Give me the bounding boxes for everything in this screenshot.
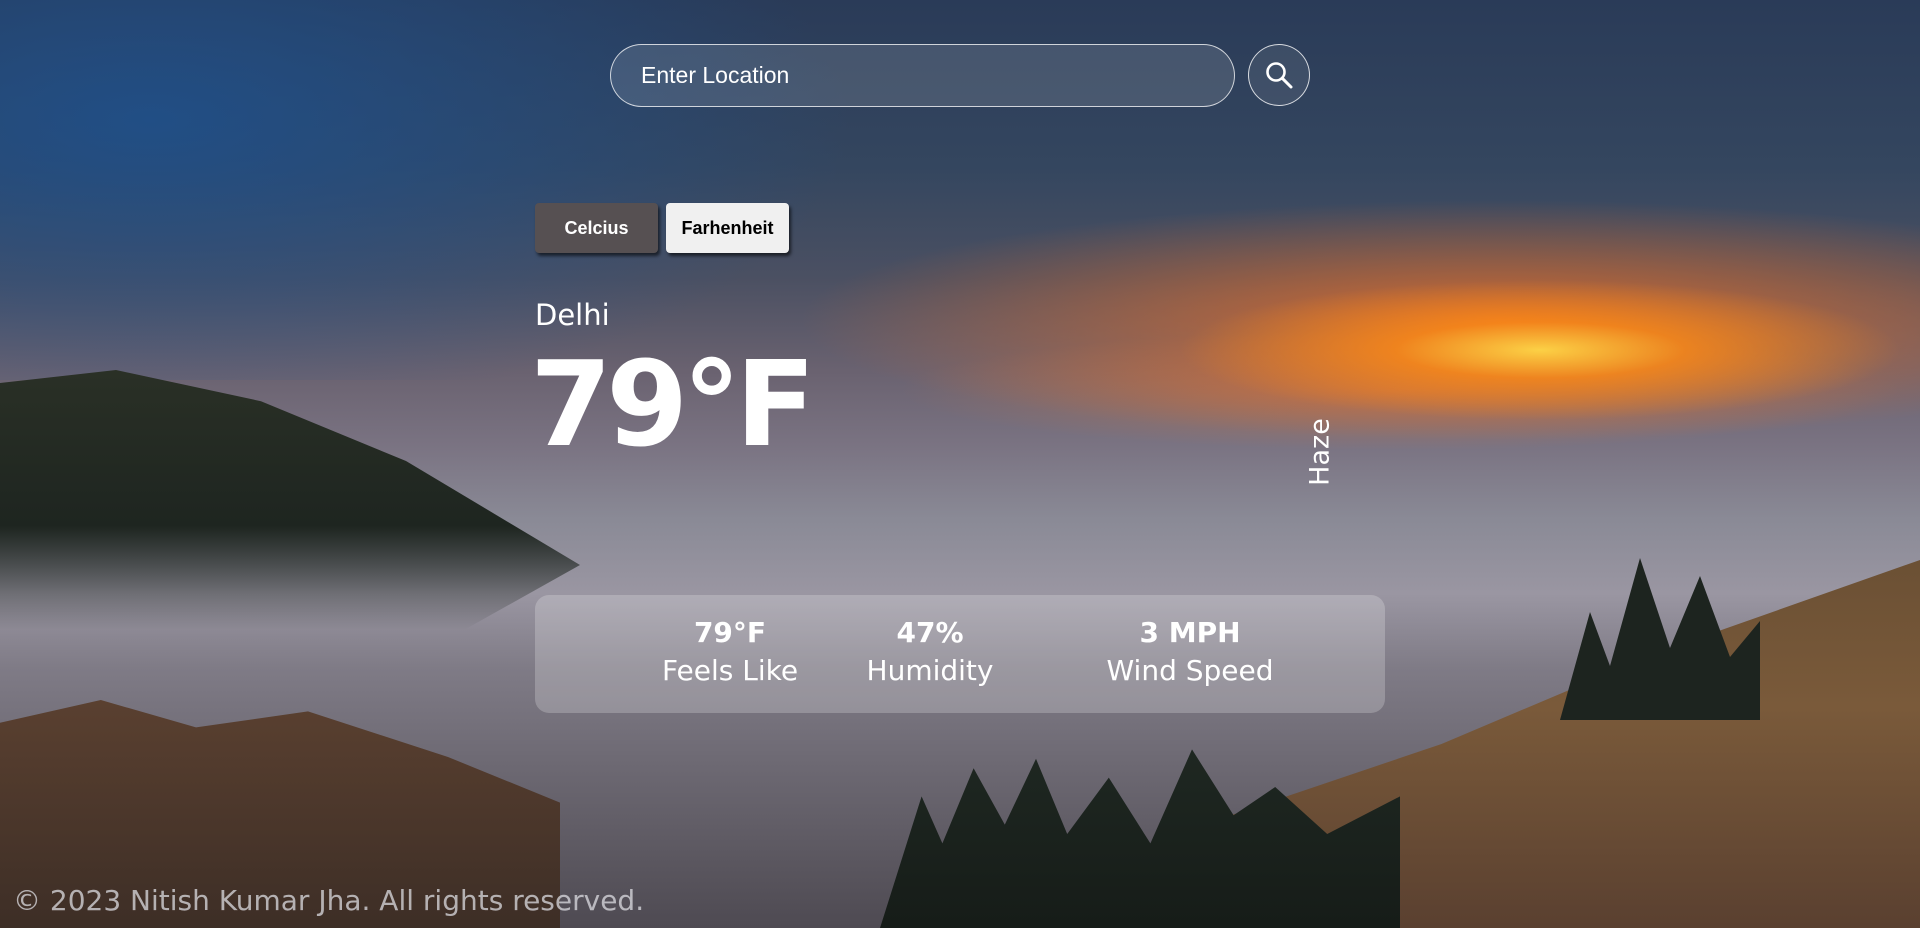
wind-speed-label: Wind Speed (1106, 654, 1274, 687)
wind-speed-stat: 3 MPH Wind Speed (1090, 615, 1290, 691)
humidity-value: 47% (896, 616, 964, 649)
feels-like-stat: 79°F Feels Like (645, 615, 815, 691)
search-icon (1266, 62, 1293, 89)
celsius-button[interactable]: Celcius (535, 203, 658, 253)
weather-stats-panel: 79°F Feels Like 47% Humidity 3 MPH Wind … (535, 595, 1385, 713)
wind-speed-value: 3 MPH (1139, 616, 1241, 649)
humidity-label: Humidity (866, 654, 994, 687)
city-name: Delhi (535, 298, 610, 332)
search-bar (610, 44, 1235, 107)
search-button[interactable] (1248, 44, 1310, 106)
temperature: 79°F (530, 335, 816, 473)
fahrenheit-button[interactable]: Farhenheit (666, 203, 789, 253)
unit-toggle: Celcius Farhenheit (535, 203, 789, 253)
location-input[interactable] (641, 62, 1234, 89)
feels-like-label: Feels Like (661, 654, 799, 687)
feels-like-value: 79°F (693, 616, 767, 649)
humidity-stat: 47% Humidity (855, 615, 1005, 691)
footer-copyright: © 2023 Nitish Kumar Jha. All rights rese… (13, 884, 645, 917)
weather-condition: Haze (1304, 418, 1336, 486)
background-image (0, 0, 1920, 928)
